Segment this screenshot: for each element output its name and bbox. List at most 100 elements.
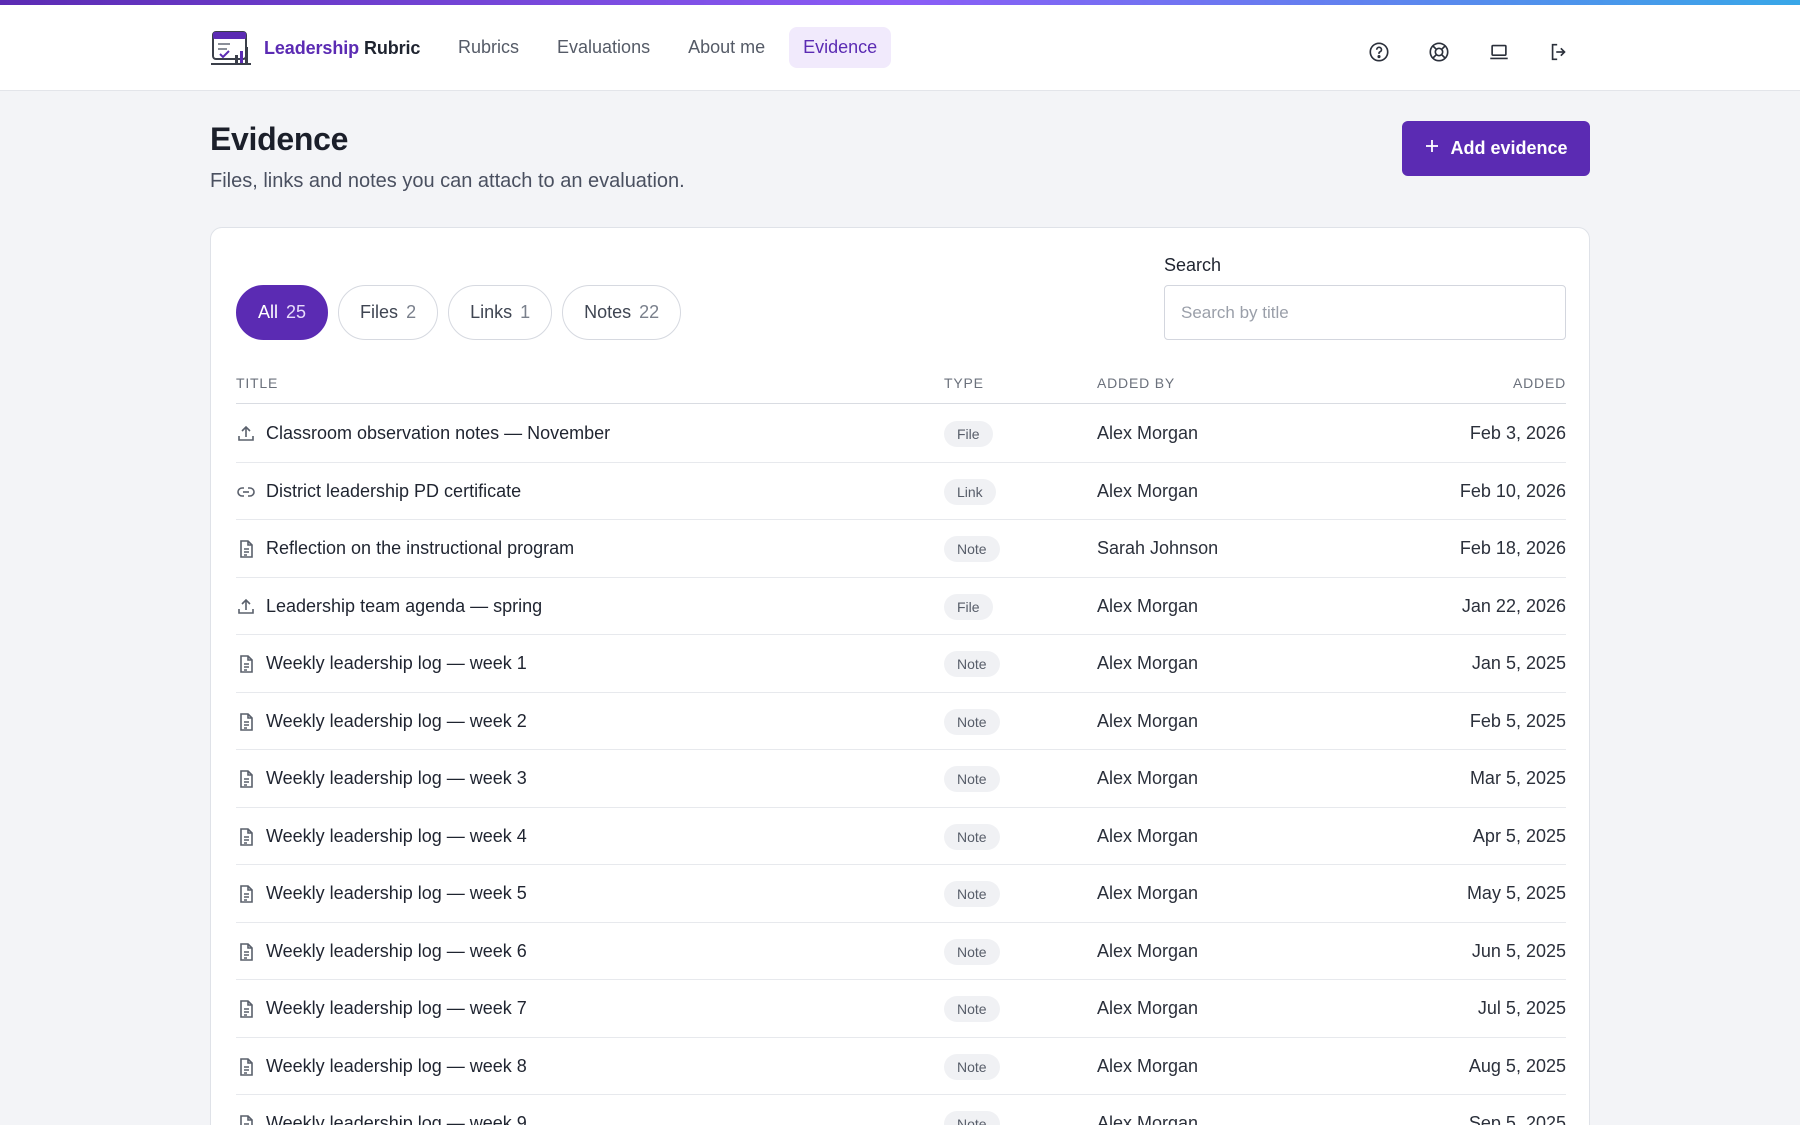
document-icon (236, 884, 256, 904)
filter-pill-count: 25 (286, 302, 307, 322)
table-row[interactable]: Weekly leadership log — week 3 Note Alex M… (236, 750, 1566, 808)
filter-pill-notes[interactable]: Notes 22 (562, 285, 682, 340)
table-row[interactable]: Weekly leadership log — week 6 Note Alex M… (236, 923, 1566, 980)
evidence-title-link[interactable]: Leadership team agenda — spring (266, 596, 542, 617)
added-by-cell: Alex Morgan (1097, 998, 1199, 1018)
filter-pills: All 25 Files 2 Links 1 Notes 22 (236, 285, 682, 340)
table-row[interactable]: Weekly leadership log — week 5 Note Alex M… (236, 865, 1566, 923)
type-badge: Note (944, 1053, 1000, 1080)
filter-pill-links[interactable]: Links 1 (448, 285, 553, 340)
column-header-added-by[interactable]: ADDED BY (1097, 375, 1175, 391)
filter-pill-count: 1 (520, 302, 531, 322)
table-row[interactable]: Leadership team agenda — spring File Alex … (236, 578, 1566, 635)
added-date-cell: Jan 5, 2025 (1471, 653, 1566, 673)
column-header-added[interactable]: ADDED (1513, 375, 1566, 391)
added-by-cell: Alex Morgan (1097, 653, 1199, 673)
added-by-cell: Alex Morgan (1097, 883, 1199, 903)
table-row[interactable]: Weekly leadership log — week 7 Note Alex M… (236, 980, 1566, 1038)
table-row[interactable]: Classroom observation notes — November Fi… (236, 405, 1566, 463)
evidence-title-link[interactable]: Weekly leadership log — week 9 (266, 1113, 527, 1125)
type-badge: Note (944, 708, 1000, 735)
brand-logo-link[interactable]: Leadership Rubric (210, 28, 420, 68)
evidence-title-link[interactable]: Weekly leadership log — week 4 (266, 826, 527, 847)
evidence-title-link[interactable]: Weekly leadership log — week 1 (266, 653, 527, 674)
evidence-title-link[interactable]: Weekly leadership log — week 5 (266, 883, 527, 904)
filter-pill-all[interactable]: All 25 (236, 285, 329, 340)
added-date-cell: Mar 5, 2025 (1469, 768, 1566, 788)
type-badge: Note (944, 938, 1000, 965)
upload-icon (236, 597, 256, 617)
table-row[interactable]: District leadership PD certificate Link Al… (236, 463, 1566, 520)
added-date-cell: Feb 5, 2025 (1469, 710, 1566, 731)
table-row[interactable]: Weekly leadership log — week 1 Note Alex M… (236, 635, 1566, 693)
added-by-cell: Sarah Johnson (1097, 538, 1219, 558)
added-date-cell: Jun 5, 2025 (1471, 940, 1566, 961)
table-row[interactable]: Weekly leadership log — week 4 Note Alex M… (236, 808, 1566, 865)
added-date-cell: Jan 22, 2026 (1461, 595, 1566, 616)
added-by-cell: Alex Morgan (1097, 480, 1199, 501)
type-badge: File (944, 593, 993, 620)
added-by-cell: Alex Morgan (1097, 595, 1199, 616)
evidence-title-link[interactable]: Weekly leadership log — week 6 (266, 941, 527, 962)
nav-icon-group (1366, 32, 1572, 72)
nav-link-evidence[interactable]: Evidence (789, 26, 892, 68)
support-lifebuoy-icon[interactable] (1426, 39, 1452, 65)
evidence-title-link[interactable]: Weekly leadership log — week 8 (266, 1056, 527, 1077)
search-label: Search (1164, 255, 1222, 275)
main-nav: Rubrics Evaluations About me Evidence (444, 26, 892, 68)
column-header-type[interactable]: TYPE (944, 375, 984, 391)
added-date-cell: Feb 18, 2026 (1459, 538, 1566, 558)
added-date-cell: Sep 5, 2025 (1468, 1113, 1566, 1125)
added-by-cell: Alex Morgan (1097, 710, 1199, 731)
added-by-cell: Alex Morgan (1097, 825, 1199, 846)
evidence-title-link[interactable]: Reflection on the instructional program (266, 538, 574, 559)
evidence-title-link[interactable]: Classroom observation notes — November (266, 423, 610, 444)
add-evidence-button[interactable]: Add evidence (1402, 121, 1590, 176)
add-evidence-label: Add evidence (1450, 138, 1568, 158)
evidence-title-link[interactable]: District leadership PD certificate (266, 481, 521, 502)
table-row[interactable]: Weekly leadership log — week 2 Note Alex M… (236, 693, 1566, 750)
table-row[interactable]: Weekly leadership log — week 8 Note Alex M… (236, 1038, 1566, 1095)
page-title: Evidence (210, 121, 349, 157)
brand-name: Leadership Rubric (264, 37, 421, 58)
added-date-cell: Feb 3, 2026 (1469, 423, 1566, 443)
filter-pill-count: 2 (406, 302, 417, 322)
document-icon (236, 827, 256, 847)
plus-icon (1424, 138, 1440, 159)
type-badge: Note (944, 881, 1000, 907)
table-row[interactable]: Weekly leadership log — week 9 Note Alex M… (236, 1095, 1566, 1125)
added-date-cell: Jul 5, 2025 (1477, 998, 1566, 1018)
page-subtitle: Files, links and notes you can attach to… (210, 170, 685, 192)
nav-link-rubrics[interactable]: Rubrics (444, 27, 533, 68)
filter-pill-files[interactable]: Files 2 (338, 285, 439, 340)
added-by-cell: Alex Morgan (1097, 1113, 1199, 1125)
help-icon[interactable] (1366, 39, 1392, 65)
added-by-cell: Alex Morgan (1097, 768, 1199, 788)
evidence-card: All 25 Files 2 Links 1 Notes 22 Search TITLE TY… (210, 227, 1590, 1125)
type-badge: File (944, 421, 993, 447)
document-icon (236, 769, 256, 789)
added-by-cell: Alex Morgan (1097, 423, 1199, 443)
evidence-title-link[interactable]: Weekly leadership log — week 2 (266, 711, 527, 732)
logout-icon[interactable] (1546, 39, 1572, 65)
search-input[interactable] (1164, 285, 1566, 340)
filter-pill-label: Notes (584, 302, 632, 322)
document-icon (236, 654, 256, 674)
added-date-cell: Aug 5, 2025 (1468, 1055, 1566, 1076)
laptop-icon[interactable] (1486, 39, 1512, 65)
filter-pill-count: 22 (639, 302, 660, 322)
column-header-title[interactable]: TITLE (236, 375, 278, 391)
document-icon (236, 712, 256, 732)
type-badge: Note (944, 996, 1000, 1022)
document-icon (236, 539, 256, 559)
document-icon (236, 1057, 256, 1077)
nav-link-about-me[interactable]: About me (674, 27, 779, 68)
type-badge: Note (944, 1111, 1000, 1125)
link-icon (236, 482, 256, 502)
evidence-title-link[interactable]: Weekly leadership log — week 7 (266, 998, 527, 1019)
table-row[interactable]: Reflection on the instructional program N… (236, 520, 1566, 578)
type-badge: Note (944, 766, 1000, 792)
evidence-title-link[interactable]: Weekly leadership log — week 3 (266, 768, 527, 789)
nav-link-evaluations[interactable]: Evaluations (543, 27, 664, 68)
top-navbar: Leadership Rubric Rubrics Evaluations Abou… (0, 5, 1800, 91)
